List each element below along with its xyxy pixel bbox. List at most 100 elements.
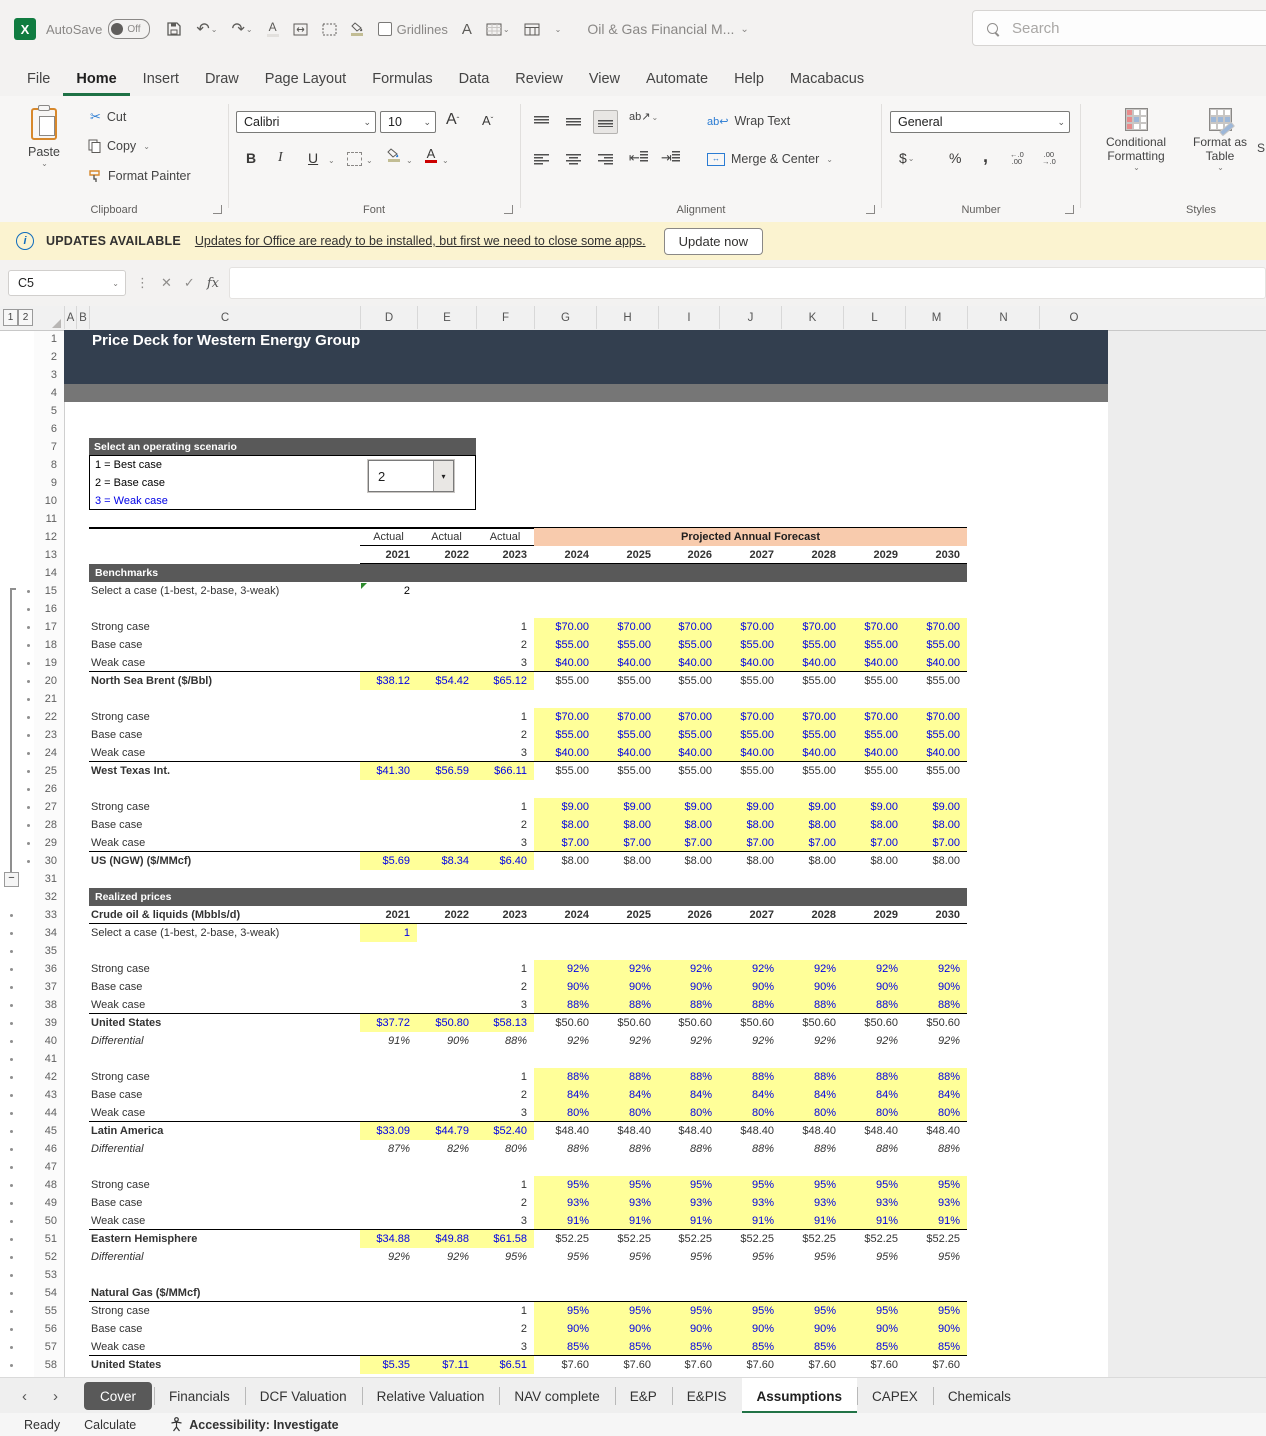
cell-I48[interactable]: 95% — [658, 1176, 712, 1194]
cell-F51[interactable]: $61.58 — [476, 1230, 527, 1248]
col-header-E[interactable]: E — [417, 306, 476, 329]
row-header-4[interactable]: 4 — [34, 384, 63, 402]
cell-H36[interactable]: 92% — [596, 960, 651, 978]
row-header-28[interactable]: 28 — [34, 816, 63, 834]
cell-L22[interactable]: $70.00 — [843, 708, 898, 726]
cell-L52[interactable]: 95% — [843, 1248, 898, 1266]
format-painter-button[interactable]: Format Painter — [88, 169, 191, 183]
menu-tab-file[interactable]: File — [14, 64, 63, 96]
borders-icon[interactable] — [347, 152, 362, 166]
cell-L33[interactable]: 2029 — [843, 906, 898, 924]
accounting-format-button[interactable]: $⌄ — [894, 148, 920, 168]
cell-C23[interactable]: Base case — [91, 726, 356, 744]
cell-J22[interactable]: $70.00 — [719, 708, 774, 726]
cell-F46[interactable]: 80% — [476, 1140, 527, 1158]
cell-L57[interactable]: 85% — [843, 1338, 898, 1356]
column-width-icon[interactable] — [293, 23, 308, 36]
col-header-D[interactable]: D — [360, 306, 417, 329]
cell-H18[interactable]: $55.00 — [596, 636, 651, 654]
cell-F38[interactable]: 3 — [476, 996, 527, 1014]
row-header-6[interactable]: 6 — [34, 420, 63, 438]
row-header-58[interactable]: 58 — [34, 1356, 63, 1374]
cell-H57[interactable]: 85% — [596, 1338, 651, 1356]
sheet-tab-dcf-valuation[interactable]: DCF Valuation — [245, 1378, 362, 1414]
row-header-48[interactable]: 48 — [34, 1176, 63, 1194]
row-header-29[interactable]: 29 — [34, 834, 63, 852]
cell-C42[interactable]: Strong case — [91, 1068, 356, 1086]
update-now-button[interactable]: Update now — [664, 228, 763, 255]
row-header-20[interactable]: 20 — [34, 672, 63, 690]
cell-H28[interactable]: $8.00 — [596, 816, 651, 834]
cell-M19[interactable]: $40.00 — [905, 654, 960, 672]
align-left-button[interactable] — [529, 148, 554, 172]
row-header-32[interactable]: 32 — [34, 888, 63, 906]
cell-J42[interactable]: 88% — [719, 1068, 774, 1086]
cell-L18[interactable]: $55.00 — [843, 636, 898, 654]
cell-G18[interactable]: $55.00 — [534, 636, 589, 654]
cancel-icon[interactable]: ✕ — [161, 275, 172, 291]
cell-I18[interactable]: $55.00 — [658, 636, 712, 654]
name-box-chevron-icon[interactable]: ⌄ — [112, 279, 119, 288]
cell-C43[interactable]: Base case — [91, 1086, 356, 1104]
row-header-42[interactable]: 42 — [34, 1068, 63, 1086]
sheet-tab-nav-complete[interactable]: NAV complete — [499, 1378, 614, 1414]
search-box[interactable] — [972, 10, 1266, 46]
cell-G33[interactable]: 2024 — [534, 906, 589, 924]
cell-F36[interactable]: 1 — [476, 960, 527, 978]
cell-F45[interactable]: $52.40 — [476, 1122, 527, 1140]
cell-M17[interactable]: $70.00 — [905, 618, 960, 636]
cell-E33[interactable]: 2022 — [417, 906, 469, 924]
cell-C33[interactable]: Crude oil & liquids (Mbbls/d) — [91, 906, 391, 924]
cell-J36[interactable]: 92% — [719, 960, 774, 978]
cell-C19[interactable]: Weak case — [91, 654, 356, 672]
align-bottom-button[interactable] — [593, 110, 618, 134]
header-year-2022[interactable]: 2022 — [417, 546, 469, 564]
row-header-35[interactable]: 35 — [34, 942, 63, 960]
cell-J27[interactable]: $9.00 — [719, 798, 774, 816]
cell-J37[interactable]: 90% — [719, 978, 774, 996]
cell-J50[interactable]: 91% — [719, 1212, 774, 1230]
cell-C15[interactable]: Select a case (1-best, 2-base, 3-weak) — [91, 582, 356, 600]
cell-H30[interactable]: $8.00 — [596, 852, 651, 870]
header-year-2024[interactable]: 2024 — [534, 546, 589, 564]
col-header-C[interactable]: C — [89, 306, 360, 329]
cell-F57[interactable]: 3 — [476, 1338, 527, 1356]
cell-E51[interactable]: $49.88 — [417, 1230, 469, 1248]
more-options-icon[interactable]: ⋮ — [136, 275, 149, 291]
cell-E46[interactable]: 82% — [417, 1140, 469, 1158]
row-header-21[interactable]: 21 — [34, 690, 63, 708]
sheet-tab-e-p[interactable]: E&P — [615, 1378, 672, 1414]
cell-G43[interactable]: 84% — [534, 1086, 589, 1104]
cell-C49[interactable]: Base case — [91, 1194, 356, 1212]
cell-M39[interactable]: $50.60 — [905, 1014, 960, 1032]
cell-F29[interactable]: 3 — [476, 834, 527, 852]
header-year-2026[interactable]: 2026 — [658, 546, 712, 564]
outline-level-button-1[interactable]: 1 — [3, 309, 18, 326]
menu-tab-view[interactable]: View — [576, 64, 633, 96]
col-header-A[interactable]: A — [64, 306, 76, 329]
cell-C25[interactable]: West Texas Int. — [91, 762, 356, 780]
underline-chevron-icon[interactable]: ⌄ — [328, 156, 335, 165]
row-header-57[interactable]: 57 — [34, 1338, 63, 1356]
alignment-dialog-launcher-icon[interactable] — [866, 205, 875, 214]
cell-G37[interactable]: 90% — [534, 978, 589, 996]
cell-L48[interactable]: 95% — [843, 1176, 898, 1194]
cell-K42[interactable]: 88% — [781, 1068, 836, 1086]
menu-tab-help[interactable]: Help — [721, 64, 777, 96]
cell-K38[interactable]: 88% — [781, 996, 836, 1014]
row-header-1[interactable]: 1 — [34, 330, 63, 348]
cell-I57[interactable]: 85% — [658, 1338, 712, 1356]
cell-C17[interactable]: Strong case — [91, 618, 356, 636]
row-header-54[interactable]: 54 — [34, 1284, 63, 1302]
cell-I43[interactable]: 84% — [658, 1086, 712, 1104]
cell-E20[interactable]: $54.42 — [417, 672, 469, 690]
cell-M40[interactable]: 92% — [905, 1032, 960, 1050]
cell-G17[interactable]: $70.00 — [534, 618, 589, 636]
title-chevron-icon[interactable]: ⌄ — [740, 24, 748, 35]
cell-H25[interactable]: $55.00 — [596, 762, 651, 780]
cell-I19[interactable]: $40.00 — [658, 654, 712, 672]
section-label-benchmarks[interactable]: Benchmarks — [95, 564, 495, 582]
row-header-33[interactable]: 33 — [34, 906, 63, 924]
gridlines-checkbox[interactable]: Gridlines — [378, 22, 448, 37]
cell-I45[interactable]: $48.40 — [658, 1122, 712, 1140]
